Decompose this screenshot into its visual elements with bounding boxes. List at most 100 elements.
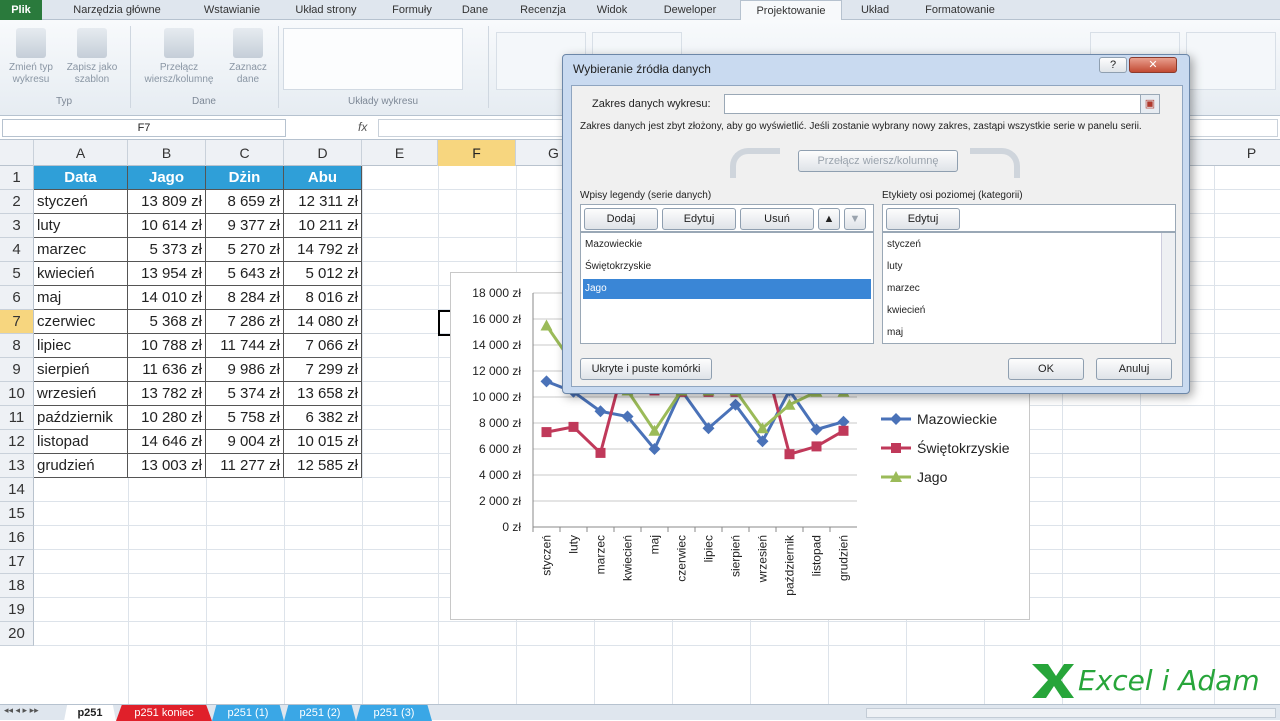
switch-row-column-dialog-button[interactable]: Przełącz wiersz/kolumnę [798, 150, 958, 172]
hidden-empty-cells-button[interactable]: Ukryte i puste komórki [580, 358, 712, 380]
tab-layout[interactable]: Układ [850, 0, 900, 20]
ok-button[interactable]: OK [1008, 358, 1084, 380]
row-header[interactable]: 8 [0, 334, 34, 358]
table-cell[interactable]: listopad [34, 430, 128, 454]
table-cell[interactable]: 5 368 zł [128, 310, 206, 334]
table-cell[interactable]: 14 010 zł [128, 286, 206, 310]
table-header-cell[interactable]: Dżin [206, 166, 284, 190]
table-cell[interactable]: 13 954 zł [128, 262, 206, 286]
column-header[interactable]: F [438, 140, 516, 166]
table-cell[interactable]: 12 585 zł [284, 454, 362, 478]
table-cell[interactable]: 14 646 zł [128, 430, 206, 454]
row-header[interactable]: 17 [0, 550, 34, 574]
table-cell[interactable]: 8 016 zł [284, 286, 362, 310]
table-cell[interactable]: 7 286 zł [206, 310, 284, 334]
column-header[interactable]: B [128, 140, 206, 166]
table-cell[interactable]: marzec [34, 238, 128, 262]
table-cell[interactable]: 9 004 zł [206, 430, 284, 454]
table-cell[interactable]: 10 788 zł [128, 334, 206, 358]
chart-layouts-gallery[interactable] [283, 28, 463, 90]
switch-row-column-button[interactable]: Przełącz wiersz/kolumnę [134, 28, 224, 86]
sheet-tab[interactable]: p251 [64, 705, 116, 721]
active-cell[interactable] [438, 310, 450, 336]
horizontal-scrollbar[interactable] [866, 708, 1276, 718]
table-cell[interactable]: październik [34, 406, 128, 430]
row-header[interactable]: 6 [0, 286, 34, 310]
list-item[interactable]: Jago [583, 279, 871, 299]
row-header[interactable]: 10 [0, 382, 34, 406]
table-header-cell[interactable]: Data [34, 166, 128, 190]
table-cell[interactable]: 10 280 zł [128, 406, 206, 430]
tab-view[interactable]: Widok [586, 0, 638, 20]
function-icon[interactable]: fx [358, 120, 367, 134]
table-cell[interactable]: 13 809 zł [128, 190, 206, 214]
edit-series-button[interactable]: Edytuj [662, 208, 736, 230]
table-cell[interactable]: grudzień [34, 454, 128, 478]
scrollbar[interactable] [1161, 233, 1175, 343]
help-button[interactable]: ? [1099, 57, 1127, 73]
range-input[interactable] [724, 94, 1142, 114]
table-cell[interactable]: 9 986 zł [206, 358, 284, 382]
table-cell[interactable]: 5 373 zł [128, 238, 206, 262]
table-cell[interactable]: kwiecień [34, 262, 128, 286]
cancel-button[interactable]: Anuluj [1096, 358, 1172, 380]
row-header[interactable]: 5 [0, 262, 34, 286]
table-cell[interactable]: 5 270 zł [206, 238, 284, 262]
row-header[interactable]: 7 [0, 310, 34, 334]
change-chart-type-button[interactable]: Zmień typ wykresu [4, 28, 58, 86]
table-cell[interactable]: styczeń [34, 190, 128, 214]
table-cell[interactable]: 14 792 zł [284, 238, 362, 262]
tab-file[interactable]: Plik [0, 0, 42, 20]
table-cell[interactable]: 10 614 zł [128, 214, 206, 238]
sheet-tab[interactable]: p251 (1) [212, 705, 284, 721]
row-header[interactable]: 15 [0, 502, 34, 526]
row-header[interactable]: 14 [0, 478, 34, 502]
table-header-cell[interactable]: Abu [284, 166, 362, 190]
sheet-tab[interactable]: p251 (2) [284, 705, 356, 721]
table-cell[interactable]: czerwiec [34, 310, 128, 334]
tab-data[interactable]: Dane [452, 0, 498, 20]
series-list[interactable]: Mazowieckie Świętokrzyskie Jago [580, 232, 874, 344]
table-cell[interactable]: 5 012 zł [284, 262, 362, 286]
table-cell[interactable]: 11 636 zł [128, 358, 206, 382]
row-header[interactable]: 11 [0, 406, 34, 430]
table-cell[interactable]: wrzesień [34, 382, 128, 406]
row-header[interactable]: 3 [0, 214, 34, 238]
table-cell[interactable]: 8 659 zł [206, 190, 284, 214]
table-cell[interactable]: 8 284 zł [206, 286, 284, 310]
table-cell[interactable]: luty [34, 214, 128, 238]
table-cell[interactable]: 14 080 zł [284, 310, 362, 334]
sheet-tab[interactable]: p251 (3) [356, 705, 432, 721]
tab-format[interactable]: Formatowanie [912, 0, 1008, 20]
row-header[interactable]: 12 [0, 430, 34, 454]
table-cell[interactable]: maj [34, 286, 128, 310]
row-header[interactable]: 2 [0, 190, 34, 214]
column-header[interactable]: A [34, 140, 128, 166]
column-header[interactable]: C [206, 140, 284, 166]
select-data-button[interactable]: Zaznacz dane [224, 28, 272, 86]
remove-series-button[interactable]: Usuń [740, 208, 814, 230]
row-header[interactable]: 19 [0, 598, 34, 622]
sheet-nav-arrows-icon[interactable]: ◂◂ ◂ ▸ ▸▸ [4, 705, 39, 716]
tab-page-layout[interactable]: Układ strony [284, 0, 368, 20]
table-cell[interactable]: sierpień [34, 358, 128, 382]
collapse-dialog-icon[interactable]: ▣ [1140, 94, 1160, 114]
category-list[interactable]: styczeń luty marzec kwiecień maj [882, 232, 1176, 344]
column-header[interactable]: P [1214, 140, 1280, 166]
table-cell[interactable]: 5 643 zł [206, 262, 284, 286]
tab-insert[interactable]: Wstawianie [190, 0, 274, 20]
table-cell[interactable]: 7 299 zł [284, 358, 362, 382]
tab-design[interactable]: Projektowanie [740, 0, 842, 21]
table-cell[interactable]: 13 658 zł [284, 382, 362, 406]
tab-home[interactable]: Narzędzia główne [62, 0, 172, 20]
table-cell[interactable]: 6 382 zł [284, 406, 362, 430]
tab-review[interactable]: Recenzja [510, 0, 576, 20]
edit-categories-button[interactable]: Edytuj [886, 208, 960, 230]
table-cell[interactable]: lipiec [34, 334, 128, 358]
select-all-corner[interactable] [0, 140, 34, 166]
table-cell[interactable]: 5 758 zł [206, 406, 284, 430]
list-item[interactable]: Świętokrzyskie [583, 257, 871, 277]
list-item[interactable]: Mazowieckie [583, 235, 871, 255]
tab-developer[interactable]: Deweloper [652, 0, 728, 20]
tab-formulas[interactable]: Formuły [382, 0, 442, 20]
